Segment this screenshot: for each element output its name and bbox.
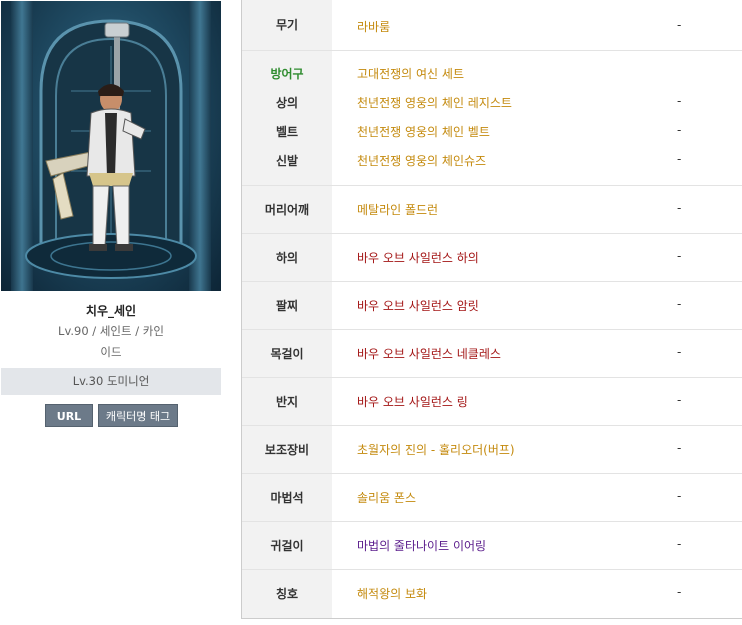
equipment-row-earring: 귀걸이 마법의 줄타나이트 이어링 -: [242, 522, 742, 570]
slot-label: 팔찌: [242, 282, 332, 329]
item-name-link[interactable]: 초월자의 진의 - 홀리오더(버프): [357, 441, 515, 458]
item-name-link[interactable]: 마법의 줄타나이트 이어링: [357, 537, 486, 554]
slot-label: 반지: [242, 378, 332, 425]
character-illustration: [11, 1, 211, 291]
item-name-link[interactable]: 바우 오브 사일런스 암릿: [357, 297, 479, 314]
slot-label: 마법석: [242, 474, 332, 521]
item-extra: -: [677, 123, 682, 137]
equipment-row-ring: 반지 바우 오브 사일런스 링 -: [242, 378, 742, 426]
item-name-link[interactable]: 해적왕의 보화: [357, 585, 427, 602]
item-extra: -: [677, 18, 682, 32]
item-extra: -: [677, 489, 682, 503]
slot-label-top: 상의: [275, 96, 299, 110]
character-tag-button[interactable]: 캐릭터명 태그: [98, 404, 178, 427]
slot-label: 칭호: [242, 570, 332, 618]
slot-label: 무기: [242, 0, 332, 50]
slot-label: 목걸이: [242, 330, 332, 377]
character-portrait: [1, 1, 221, 291]
equipment-row-magic-stone: 마법석 솔리움 폰스 -: [242, 474, 742, 522]
item-name-link[interactable]: 솔리움 폰스: [357, 489, 416, 506]
equipment-row-shoulder: 머리어깨 메탈라인 폴드런 -: [242, 186, 742, 234]
item-extra: -: [677, 249, 682, 263]
character-panel: 치우_세인 Lv.90 / 세인트 / 카인 이드 Lv.30 도미니언 URL…: [0, 0, 222, 625]
slot-label-belt: 벨트: [275, 125, 299, 139]
character-name: 치우_세인: [85, 304, 137, 318]
equipment-row-necklace: 목걸이 바우 오브 사일런스 네클레스 -: [242, 330, 742, 378]
slot-label: 하의: [242, 234, 332, 281]
item-name-link[interactable]: 천년전쟁 영웅의 체인슈즈: [357, 152, 486, 169]
item-name-link[interactable]: 바우 오브 사일런스 링: [357, 393, 468, 410]
item-name-link[interactable]: 천년전쟁 영웅의 체인 벨트: [357, 123, 490, 140]
slot-label: 머리어깨: [242, 186, 332, 233]
equipment-row-title: 칭호 해적왕의 보화 -: [242, 570, 742, 618]
item-extra: -: [677, 152, 682, 166]
equipment-row-bracelet: 팔찌 바우 오브 사일런스 암릿 -: [242, 282, 742, 330]
item-name-link[interactable]: 라바룸: [357, 18, 390, 35]
armor-group-label: 방어구: [270, 67, 304, 81]
equipment-row-pants: 하의 바우 오브 사일런스 하의 -: [242, 234, 742, 282]
slot-label: 보조장비: [242, 426, 332, 473]
item-name-link[interactable]: 바우 오브 사일런스 네클레스: [357, 345, 501, 362]
item-extra: -: [677, 345, 682, 359]
item-name-link[interactable]: 메탈라인 폴드런: [357, 201, 438, 218]
item-extra: -: [677, 537, 682, 551]
equipment-table: 무기 라바룸 - 방어구 고대전쟁의 여신 세트 상의 천년전쟁 영웅의 체인 …: [241, 0, 742, 619]
item-extra: -: [677, 201, 682, 215]
item-name-link[interactable]: 바우 오브 사일런스 하의: [357, 249, 479, 266]
item-name-link[interactable]: 천년전쟁 영웅의 체인 레지스트: [357, 94, 512, 111]
equipment-row-support: 보조장비 초월자의 진의 - 홀리오더(버프) -: [242, 426, 742, 474]
adventure-level: Lv.30 도미니언: [1, 368, 221, 395]
equipment-row-weapon: 무기 라바룸 -: [242, 0, 742, 51]
slot-label-shoes: 신발: [275, 154, 299, 168]
slot-label: 귀걸이: [242, 522, 332, 569]
url-button[interactable]: URL: [45, 404, 93, 427]
item-extra: -: [677, 441, 682, 455]
equipment-row-armor: 방어구 고대전쟁의 여신 세트 상의 천년전쟁 영웅의 체인 레지스트 - 벨트…: [242, 51, 742, 186]
item-extra: -: [677, 94, 682, 108]
item-extra: -: [677, 297, 682, 311]
armor-set-link[interactable]: 고대전쟁의 여신 세트: [357, 65, 464, 82]
character-level-class-server: Lv.90 / 세인트 / 카인: [58, 324, 164, 338]
item-extra: -: [677, 393, 682, 407]
item-extra: -: [677, 585, 682, 599]
character-guild: 이드: [100, 345, 122, 359]
